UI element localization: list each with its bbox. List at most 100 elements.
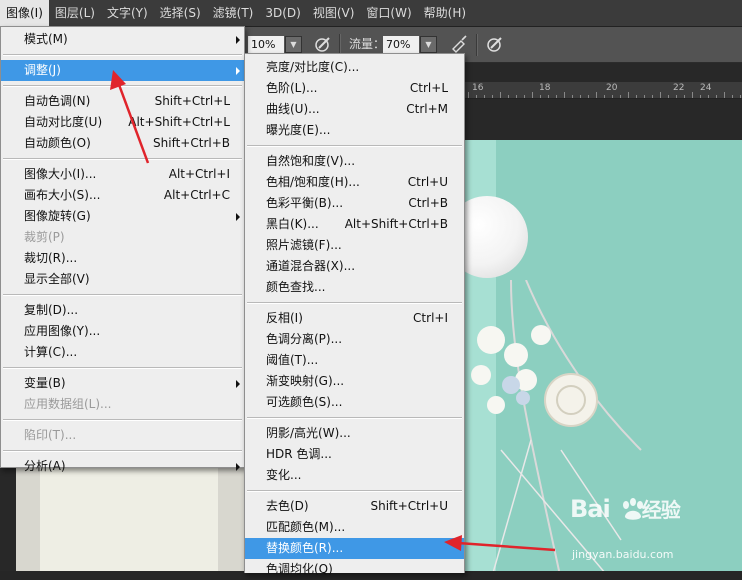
menubar-item[interactable]: 窗口(W)	[360, 0, 417, 27]
menu-item[interactable]: 替换颜色(R)...	[245, 538, 464, 559]
menu-item[interactable]: 裁切(R)...	[1, 248, 244, 269]
menu-item[interactable]: 应用图像(Y)...	[1, 321, 244, 342]
menubar-item[interactable]: 帮助(H)	[418, 0, 472, 27]
menu-item[interactable]: 自动色调(N) Shift+Ctrl+L	[1, 91, 244, 112]
ruler-tick	[732, 95, 733, 98]
menu-item-label: 显示全部(V)	[24, 272, 90, 286]
menu-item[interactable]: 去色(D) Shift+Ctrl+U	[245, 496, 464, 517]
menubar-item[interactable]: 文字(Y)	[101, 0, 154, 27]
menu-item[interactable]: 分析(A)	[1, 456, 244, 477]
menu-item[interactable]: 曝光度(E)...	[245, 120, 464, 141]
menu-item-label: 陷印(T)...	[24, 428, 77, 442]
opacity-field[interactable]: 10%	[248, 36, 284, 53]
menu-item-label: 调整(J)	[24, 63, 61, 77]
menubar-item[interactable]: 3D(D)	[259, 0, 306, 27]
menu-item[interactable]: 色阶(L)... Ctrl+L	[245, 78, 464, 99]
menu-item[interactable]: 自然饱和度(V)...	[245, 151, 464, 172]
menu-separator	[247, 490, 462, 492]
menu-item[interactable]: HDR 色调...	[245, 444, 464, 465]
menu-item[interactable]: 自动对比度(U) Alt+Shift+Ctrl+L	[1, 112, 244, 133]
menu-item[interactable]: 显示全部(V)	[1, 269, 244, 290]
menu-item-label: 亮度/对比度(C)...	[266, 60, 360, 74]
menu-item[interactable]: 色相/饱和度(H)... Ctrl+U	[245, 172, 464, 193]
menu-item[interactable]: 渐变映射(G)...	[245, 371, 464, 392]
menubar-item[interactable]: 滤镜(T)	[207, 0, 260, 27]
menu-item[interactable]: 图像旋转(G)	[1, 206, 244, 227]
menu-item[interactable]: 曲线(U)... Ctrl+M	[245, 99, 464, 120]
menu-item: 陷印(T)...	[1, 425, 244, 446]
ruler-tick	[564, 92, 565, 98]
menu-item-label: 自动色调(N)	[24, 94, 91, 108]
menu-item[interactable]: 黑白(K)... Alt+Shift+Ctrl+B	[245, 214, 464, 235]
menubar-item[interactable]: 图像(I)	[0, 0, 49, 27]
menu-item[interactable]: 调整(J)	[1, 60, 244, 81]
menu-item-label: 色调分离(P)...	[266, 332, 343, 346]
menu-item[interactable]: 复制(D)...	[1, 300, 244, 321]
menu-item[interactable]: 自动颜色(O) Shift+Ctrl+B	[1, 133, 244, 154]
menu-item-label: 色彩平衡(B)...	[266, 196, 344, 210]
menu-item: 裁剪(P)	[1, 227, 244, 248]
pressure-size-icon[interactable]	[485, 34, 505, 54]
menu-item-shortcut: Alt+Ctrl+C	[163, 188, 230, 202]
flow-field[interactable]: 70%	[383, 36, 419, 53]
menu-item[interactable]: 计算(C)...	[1, 342, 244, 363]
ruler-tick	[620, 95, 621, 98]
menu-item-label: 自然饱和度(V)...	[266, 154, 356, 168]
ruler-tick	[668, 95, 669, 98]
paper-card	[40, 463, 218, 571]
menu-item-label: 画布大小(S)...	[24, 188, 101, 202]
ruler-tick	[572, 95, 573, 98]
airbrush-icon[interactable]	[449, 34, 469, 54]
flow-dropdown-button[interactable]: ▼	[420, 36, 437, 53]
menu-item[interactable]: 阈值(T)...	[245, 350, 464, 371]
opacity-dropdown-button[interactable]: ▼	[285, 36, 302, 53]
menu-item[interactable]: 颜色查找...	[245, 277, 464, 298]
ruler-label: 20	[606, 83, 618, 93]
menu-item[interactable]: 图像大小(I)... Alt+Ctrl+I	[1, 164, 244, 185]
menu-item-shortcut: Shift+Ctrl+L	[154, 94, 230, 108]
ruler-tick	[604, 95, 605, 98]
menubar-item[interactable]: 选择(S)	[154, 0, 207, 27]
menu-item-label: 色调均化(Q)	[266, 562, 333, 576]
menu-separator	[247, 302, 462, 304]
menu-separator	[3, 85, 242, 87]
menu-item[interactable]: 匹配颜色(M)...	[245, 517, 464, 538]
pressure-opacity-icon[interactable]	[313, 34, 333, 54]
menu-item[interactable]: 色调分离(P)...	[245, 329, 464, 350]
ruler-tick	[508, 95, 509, 98]
menu-item-label: 阈值(T)...	[266, 353, 319, 367]
menu-item[interactable]: 色彩平衡(B)... Ctrl+B	[245, 193, 464, 214]
menu-item[interactable]: 可选颜色(S)...	[245, 392, 464, 413]
menu-item-label: 黑白(K)...	[266, 217, 319, 231]
menu-item[interactable]: 变量(B)	[1, 373, 244, 394]
ruler-tick	[540, 95, 541, 98]
menu-item[interactable]: 照片滤镜(F)...	[245, 235, 464, 256]
menu-item[interactable]: 画布大小(S)... Alt+Ctrl+C	[1, 185, 244, 206]
menu-item[interactable]: 通道混合器(X)...	[245, 256, 464, 277]
menu-item-label: 变化...	[266, 468, 302, 482]
menubar-item[interactable]: 图层(L)	[49, 0, 101, 27]
menubar-item[interactable]: 视图(V)	[307, 0, 361, 27]
menu-item[interactable]: 亮度/对比度(C)...	[245, 57, 464, 78]
menu-item-label: 计算(C)...	[24, 345, 78, 359]
menu-item-label: 应用图像(Y)...	[24, 324, 101, 338]
menu-item-label: 模式(M)	[24, 32, 68, 46]
options-divider	[476, 34, 478, 56]
ruler-tick	[588, 95, 589, 98]
menu-item-shortcut: Ctrl+M	[406, 102, 448, 116]
menu-item[interactable]: 反相(I) Ctrl+I	[245, 308, 464, 329]
menu-item[interactable]: 变化...	[245, 465, 464, 486]
flow-label: 流量：	[349, 37, 386, 51]
ruler-label: 16	[472, 83, 484, 93]
ruler-tick	[476, 95, 477, 98]
menu-item-label: 裁切(R)...	[24, 251, 78, 265]
menu-item[interactable]: 模式(M)	[1, 29, 244, 50]
submenu-arrow-icon	[236, 67, 240, 75]
ruler-tick	[692, 92, 693, 98]
menu-item[interactable]: 色调均化(Q)	[245, 559, 464, 580]
menu-item[interactable]: 阴影/高光(W)...	[245, 423, 464, 444]
ruler-tick	[532, 92, 533, 98]
menu-separator	[3, 294, 242, 296]
ruler-tick	[612, 95, 613, 98]
menu-item-label: 阴影/高光(W)...	[266, 426, 351, 440]
